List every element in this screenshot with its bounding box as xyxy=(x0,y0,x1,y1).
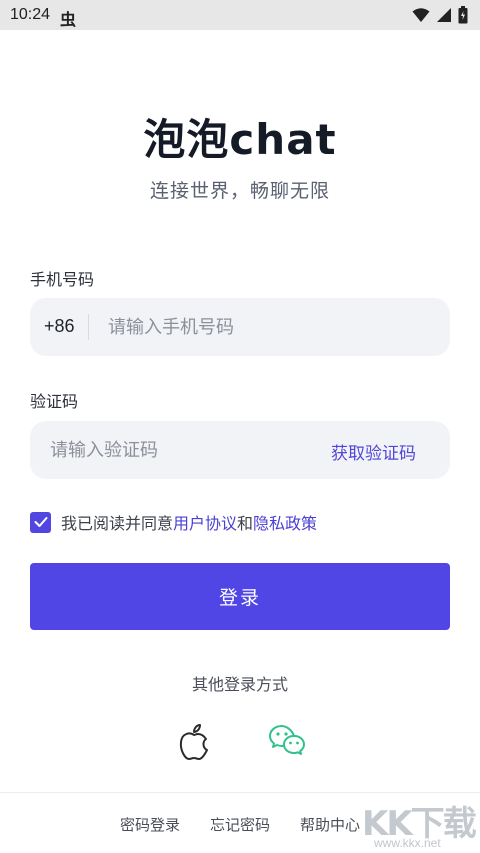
password-login-link[interactable]: 密码登录 xyxy=(120,814,180,835)
watermark: KK下载 www.kkx.net xyxy=(360,796,478,852)
footer-divider xyxy=(0,792,480,793)
phone-label: 手机号码 xyxy=(30,270,95,289)
agreement-conjunction: 和 xyxy=(237,514,254,533)
login-button[interactable]: 登录 xyxy=(30,563,450,630)
check-icon xyxy=(34,517,47,527)
apple-login-button[interactable] xyxy=(176,722,212,762)
country-code-divider xyxy=(88,314,89,340)
forgot-password-link[interactable]: 忘记密码 xyxy=(210,814,270,835)
user-agreement-link[interactable]: 用户协议 xyxy=(173,510,237,534)
wechat-login-button[interactable] xyxy=(268,722,306,760)
wechat-icon xyxy=(269,725,305,755)
status-time: 10:24 xyxy=(10,6,51,23)
privacy-policy-link[interactable]: 隐私政策 xyxy=(253,510,317,534)
app-title: 泡泡chat xyxy=(143,115,337,164)
signal-icon xyxy=(436,7,452,23)
get-code-button[interactable]: 获取验证码 xyxy=(331,439,416,464)
agreement-row: 我已阅读并同意 用户协议 和 隐私政策 xyxy=(30,510,317,534)
footer-links: 密码登录 忘记密码 帮助中心 xyxy=(120,814,360,835)
wifi-icon xyxy=(412,7,430,23)
status-bar: 10:24 虫 xyxy=(0,0,480,30)
help-center-link[interactable]: 帮助中心 xyxy=(300,814,360,835)
battery-icon xyxy=(458,6,468,24)
status-icons xyxy=(412,6,468,24)
apple-icon xyxy=(179,724,208,760)
agreement-prefix: 我已阅读并同意 xyxy=(61,514,174,533)
watermark-url: www.kkx.net xyxy=(374,836,441,850)
verification-code-input[interactable] xyxy=(50,421,310,479)
phone-input-container: +86 xyxy=(30,298,450,356)
code-input-container: 获取验证码 xyxy=(30,421,450,479)
agreement-checkbox[interactable] xyxy=(30,511,51,533)
other-login-label: 其他登录方式 xyxy=(191,675,288,694)
country-code-selector[interactable]: +86 xyxy=(44,316,75,337)
phone-input[interactable] xyxy=(108,298,428,356)
code-label: 验证码 xyxy=(30,392,79,411)
status-app-icon: 虫 xyxy=(60,10,77,29)
app-subtitle: 连接世界，畅聊无限 xyxy=(149,180,330,202)
